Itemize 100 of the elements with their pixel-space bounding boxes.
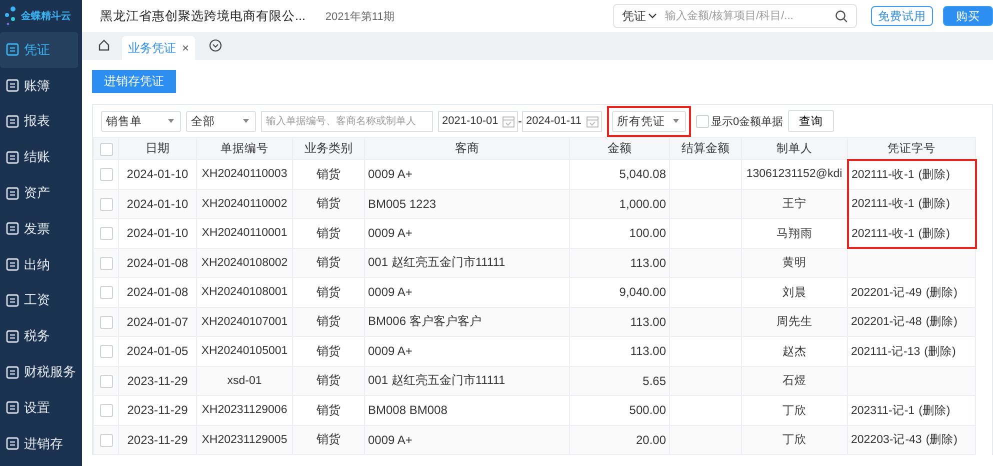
table-cell: 销货 (292, 160, 364, 189)
date-field[interactable]: 2021-10-01 (438, 110, 518, 132)
scope-dropdown[interactable]: 凭证 (622, 8, 657, 24)
delete-link[interactable]: (删除) (926, 316, 958, 328)
delete-link[interactable]: (删除) (918, 228, 950, 240)
table-cell: 2024-01-07 (118, 307, 196, 336)
sidebar-item[interactable]: 出纳 (0, 246, 78, 283)
column-header: 结算金额 (670, 138, 742, 160)
voucher-number: 202201-记-48 (851, 316, 922, 328)
document-icon (6, 294, 19, 307)
voucher-number: 202111-记-13 (851, 346, 920, 358)
table-cell: 周先生 (742, 307, 848, 336)
table-cell: XH20231129005 (196, 425, 292, 454)
sidebar-item[interactable]: 税务 (0, 318, 78, 354)
period-label: 2021年第11期 (325, 10, 394, 24)
home-icon[interactable] (98, 39, 110, 51)
row-checkbox[interactable] (100, 345, 112, 358)
document-icon (6, 114, 19, 128)
trial-button[interactable]: 免费试用 (871, 6, 933, 26)
column-header: 凭证字号 (848, 138, 976, 160)
table-cell: 500.00 (570, 396, 670, 425)
row-checkbox[interactable] (100, 374, 112, 388)
row-checkbox[interactable] (100, 168, 112, 182)
document-icon (6, 186, 19, 200)
sidebar-item[interactable]: 凭证 (0, 32, 78, 68)
document-icon (6, 79, 19, 92)
row-checkbox[interactable] (100, 198, 112, 211)
delete-link[interactable]: (删除) (918, 169, 950, 181)
table-cell: 2024-01-08 (118, 248, 196, 278)
search-icon[interactable] (835, 10, 848, 22)
search-field[interactable]: 凭证 输入金额/核算项目/科目/... (613, 4, 857, 28)
table-cell: XH20240107001 (196, 307, 292, 336)
row-checkbox[interactable] (100, 316, 112, 329)
column-header: 制单人 (742, 138, 848, 160)
row-checkbox[interactable] (100, 227, 112, 240)
table-cell: 20.00 (570, 425, 670, 454)
table-cell: 丁欣 (742, 396, 848, 425)
close-icon[interactable]: × (182, 41, 190, 55)
query-button[interactable]: 查询 (788, 110, 834, 132)
delete-link[interactable]: (删除) (926, 434, 958, 446)
row-checkbox[interactable] (100, 404, 112, 418)
table-cell: 5,040.08 (570, 160, 670, 189)
table-cell: 100.00 (570, 218, 670, 248)
tab[interactable]: 业务凭证 × (122, 36, 196, 60)
status-select[interactable]: 全部 (186, 110, 256, 132)
delete-link[interactable]: (删除) (924, 346, 956, 358)
keyword-field[interactable]: 输入单据编号、客商名称或制单人 (261, 110, 433, 132)
sidebar-item[interactable]: 财税服务 (0, 354, 78, 390)
delete-link[interactable]: (删除) (918, 198, 950, 210)
sidebar-item[interactable]: 进销存 (0, 426, 78, 462)
row-checkbox[interactable] (100, 256, 112, 270)
row-checkbox[interactable] (100, 434, 112, 447)
sidebar-item[interactable]: 资产 (0, 175, 78, 211)
date-field[interactable]: 2024-01-11 (522, 110, 602, 132)
table-cell: 赵杰 (742, 336, 848, 366)
column-header: 日期 (118, 138, 196, 160)
table-cell: 001 赵红亮五金门市11111 (364, 248, 570, 278)
document-icon (6, 222, 19, 236)
calendar-icon[interactable] (502, 114, 515, 128)
sidebar-item[interactable]: 设置 (0, 390, 78, 426)
sidebar-item[interactable]: 工资 (0, 282, 78, 318)
table-cell: XH20240105001 (196, 336, 292, 366)
sidebar-item[interactable]: 报表 (0, 104, 78, 140)
table-cell: 石煜 (742, 366, 848, 396)
table-cell: 2023-11-29 (118, 396, 196, 425)
table-cell: 9,040.00 (570, 278, 670, 307)
logo-text: 金蝶精斗云 (21, 10, 71, 23)
voucher-number: 202111-收-1 (852, 198, 914, 210)
checkbox[interactable] (696, 114, 709, 128)
sidebar-item[interactable]: 账簿 (0, 68, 78, 104)
table-cell: BM006 客户客户客户 (364, 307, 570, 336)
company-name[interactable]: 黑龙江省惠创聚选跨境电商有限公... (100, 8, 306, 24)
table-cell: 001 赵红亮五金门市11111 (364, 366, 570, 396)
table-cell: 2024-01-10 (118, 218, 196, 248)
calendar-icon[interactable] (586, 114, 599, 128)
table-cell: 2024-01-05 (118, 336, 196, 366)
table-cell: XH20240110001 (196, 218, 292, 248)
chevron-down-icon (648, 13, 657, 19)
checkbox-label: 显示0金额单据 (711, 114, 784, 128)
chevron-circle-icon[interactable] (209, 39, 222, 52)
delete-link[interactable]: (删除) (918, 404, 950, 417)
table-cell: 2023-11-29 (118, 425, 196, 454)
select-all-checkbox[interactable] (100, 142, 112, 156)
table-cell: 销货 (292, 366, 364, 396)
table-cell: 2024-01-10 (118, 160, 196, 189)
document-icon (6, 43, 19, 56)
table-cell: 2024-01-08 (118, 278, 196, 307)
row-checkbox[interactable] (100, 286, 112, 300)
sidebar-item[interactable]: 发票 (0, 210, 78, 247)
doc-type-select[interactable]: 销售单 (101, 110, 181, 132)
column-header: 单据编号 (196, 138, 292, 160)
voucher-select[interactable]: 所有凭证 (612, 110, 686, 132)
table-cell: XH20231129006 (196, 396, 292, 425)
delete-link[interactable]: (删除) (926, 286, 958, 299)
document-icon (6, 258, 19, 272)
table-cell: 5.65 (570, 366, 670, 396)
column-header: 业务类别 (292, 138, 364, 160)
sidebar-item[interactable]: 结账 (0, 139, 78, 176)
table-cell: 0009 A+ (364, 336, 570, 366)
voucher-number: 202111-收-1 (852, 228, 914, 240)
